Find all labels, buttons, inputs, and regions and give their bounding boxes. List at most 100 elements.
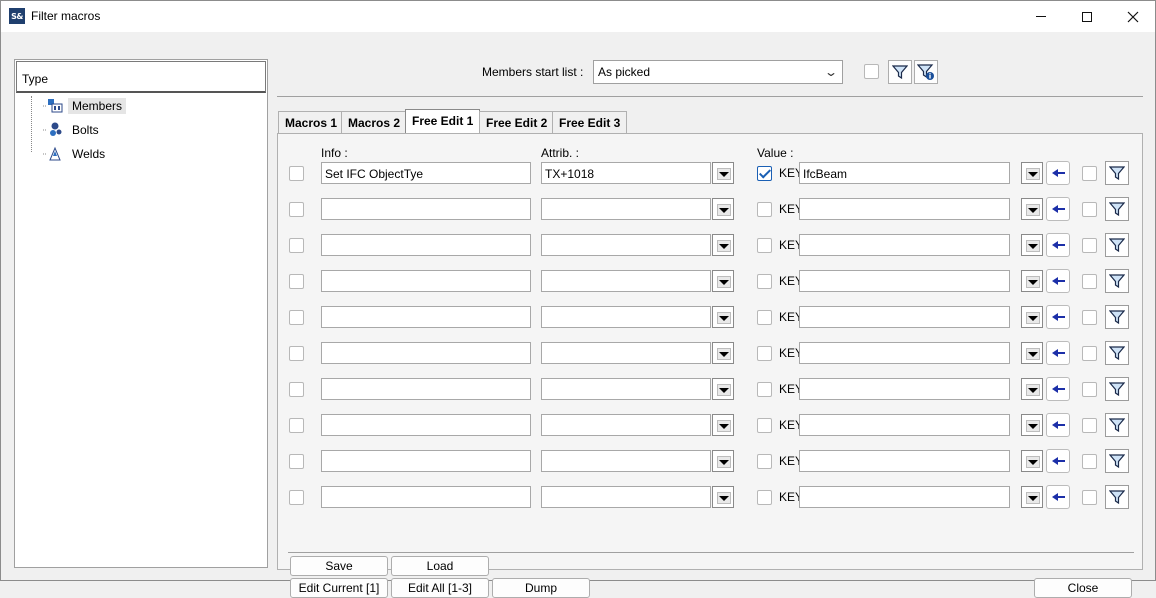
row-filter-checkbox[interactable] xyxy=(1082,166,1097,181)
row-enable-checkbox[interactable] xyxy=(289,274,304,289)
edit-current-button[interactable]: Edit Current [1] xyxy=(290,578,388,598)
row-filter-checkbox[interactable] xyxy=(1082,310,1097,325)
attrib-dropdown-button[interactable] xyxy=(712,450,734,472)
row-enable-checkbox[interactable] xyxy=(289,418,304,433)
attrib-field[interactable]: TX+1018 xyxy=(541,162,711,184)
key-checkbox[interactable] xyxy=(757,418,772,433)
value-field[interactable] xyxy=(799,342,1010,364)
load-button[interactable]: Load xyxy=(391,556,489,576)
value-field[interactable] xyxy=(799,450,1010,472)
info-field[interactable] xyxy=(321,198,531,220)
apply-value-button[interactable] xyxy=(1046,233,1070,257)
attrib-dropdown-button[interactable] xyxy=(712,342,734,364)
row-filter-button[interactable] xyxy=(1105,449,1129,473)
attrib-dropdown-button[interactable] xyxy=(712,378,734,400)
attrib-field[interactable] xyxy=(541,486,711,508)
row-enable-checkbox[interactable] xyxy=(289,238,304,253)
value-dropdown-button[interactable] xyxy=(1021,198,1043,220)
value-dropdown-button[interactable] xyxy=(1021,270,1043,292)
value-field[interactable] xyxy=(799,306,1010,328)
row-enable-checkbox[interactable] xyxy=(289,202,304,217)
attrib-field[interactable] xyxy=(541,450,711,472)
attrib-dropdown-button[interactable] xyxy=(712,486,734,508)
row-enable-checkbox[interactable] xyxy=(289,346,304,361)
tab-free-edit-1[interactable]: Free Edit 1 xyxy=(405,109,481,134)
apply-value-button[interactable] xyxy=(1046,197,1070,221)
key-checkbox[interactable] xyxy=(757,454,772,469)
value-field[interactable] xyxy=(799,414,1010,436)
key-checkbox[interactable] xyxy=(757,382,772,397)
apply-value-button[interactable] xyxy=(1046,269,1070,293)
value-dropdown-button[interactable] xyxy=(1021,450,1043,472)
key-checkbox[interactable] xyxy=(757,310,772,325)
row-enable-checkbox[interactable] xyxy=(289,382,304,397)
value-dropdown-button[interactable] xyxy=(1021,414,1043,436)
value-field[interactable] xyxy=(799,198,1010,220)
apply-value-button[interactable] xyxy=(1046,305,1070,329)
dump-button[interactable]: Dump xyxy=(492,578,590,598)
info-field[interactable] xyxy=(321,270,531,292)
apply-value-button[interactable] xyxy=(1046,341,1070,365)
filter-button[interactable] xyxy=(888,60,912,84)
info-field[interactable] xyxy=(321,450,531,472)
value-field[interactable]: IfcBeam xyxy=(799,162,1010,184)
key-checkbox[interactable] xyxy=(757,166,772,181)
attrib-field[interactable] xyxy=(541,306,711,328)
attrib-dropdown-button[interactable] xyxy=(712,162,734,184)
info-field[interactable] xyxy=(321,342,531,364)
tree-header[interactable]: Type xyxy=(16,61,266,93)
row-filter-button[interactable] xyxy=(1105,341,1129,365)
attrib-dropdown-button[interactable] xyxy=(712,198,734,220)
close-button[interactable]: Close xyxy=(1034,578,1132,598)
attrib-field[interactable] xyxy=(541,378,711,400)
row-filter-checkbox[interactable] xyxy=(1082,418,1097,433)
row-filter-checkbox[interactable] xyxy=(1082,274,1097,289)
row-filter-checkbox[interactable] xyxy=(1082,346,1097,361)
apply-value-button[interactable] xyxy=(1046,377,1070,401)
attrib-field[interactable] xyxy=(541,234,711,256)
tab-free-edit-2[interactable]: Free Edit 2 xyxy=(479,111,555,133)
info-field[interactable]: Set IFC ObjectTye xyxy=(321,162,531,184)
key-checkbox[interactable] xyxy=(757,346,772,361)
minimize-button[interactable] xyxy=(1018,1,1064,32)
value-field[interactable] xyxy=(799,234,1010,256)
tab-macros-1[interactable]: Macros 1 xyxy=(278,111,345,133)
apply-value-button[interactable] xyxy=(1046,161,1070,185)
value-field[interactable] xyxy=(799,270,1010,292)
row-filter-button[interactable] xyxy=(1105,233,1129,257)
row-enable-checkbox[interactable] xyxy=(289,454,304,469)
key-checkbox[interactable] xyxy=(757,238,772,253)
info-field[interactable] xyxy=(321,378,531,400)
tree-item-bolts[interactable]: Bolts xyxy=(43,122,103,138)
start-list-checkbox[interactable] xyxy=(864,64,879,79)
row-filter-checkbox[interactable] xyxy=(1082,490,1097,505)
tab-macros-2[interactable]: Macros 2 xyxy=(341,111,408,133)
key-checkbox[interactable] xyxy=(757,202,772,217)
row-filter-button[interactable] xyxy=(1105,161,1129,185)
key-checkbox[interactable] xyxy=(757,490,772,505)
info-field[interactable] xyxy=(321,414,531,436)
attrib-field[interactable] xyxy=(541,198,711,220)
attrib-field[interactable] xyxy=(541,342,711,364)
value-dropdown-button[interactable] xyxy=(1021,342,1043,364)
attrib-dropdown-button[interactable] xyxy=(712,270,734,292)
info-field[interactable] xyxy=(321,306,531,328)
attrib-dropdown-button[interactable] xyxy=(712,234,734,256)
row-filter-button[interactable] xyxy=(1105,197,1129,221)
save-button[interactable]: Save xyxy=(290,556,388,576)
row-filter-button[interactable] xyxy=(1105,269,1129,293)
tree-item-welds[interactable]: Welds xyxy=(43,146,109,162)
value-dropdown-button[interactable] xyxy=(1021,378,1043,400)
info-field[interactable] xyxy=(321,486,531,508)
value-field[interactable] xyxy=(799,378,1010,400)
apply-value-button[interactable] xyxy=(1046,449,1070,473)
row-enable-checkbox[interactable] xyxy=(289,166,304,181)
value-dropdown-button[interactable] xyxy=(1021,162,1043,184)
apply-value-button[interactable] xyxy=(1046,485,1070,509)
tab-free-edit-3[interactable]: Free Edit 3 xyxy=(552,111,628,133)
row-enable-checkbox[interactable] xyxy=(289,490,304,505)
value-field[interactable] xyxy=(799,486,1010,508)
info-field[interactable] xyxy=(321,234,531,256)
tree-item-members[interactable]: Members xyxy=(43,98,127,114)
apply-value-button[interactable] xyxy=(1046,413,1070,437)
